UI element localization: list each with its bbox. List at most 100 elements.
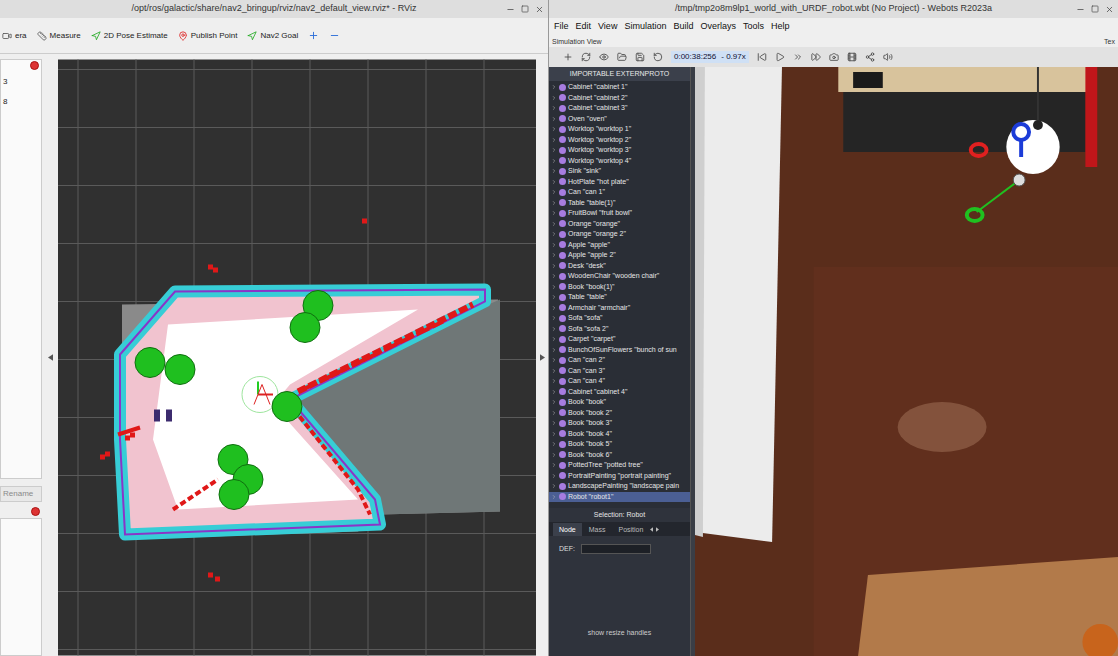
expand-icon[interactable] [551, 168, 557, 174]
tree-item[interactable]: Cabinet "cabinet 1" [549, 82, 690, 93]
maximize-icon[interactable] [521, 5, 529, 13]
tree-item[interactable]: Book "book 4" [549, 429, 690, 440]
tree-item[interactable]: Can "can 2" [549, 355, 690, 366]
tree-item[interactable]: Robot "robot1" [549, 492, 690, 503]
close-panel-icon[interactable] [31, 507, 40, 516]
expand-icon[interactable] [551, 95, 557, 101]
expand-icon[interactable] [551, 368, 557, 374]
zoom-icon[interactable] [329, 30, 340, 41]
expand-icon[interactable] [551, 378, 557, 384]
expand-icon[interactable] [551, 399, 557, 405]
expand-icon[interactable] [551, 84, 557, 90]
minimize-icon[interactable] [506, 5, 515, 14]
menu-item[interactable]: View [598, 20, 617, 34]
expand-icon[interactable] [551, 126, 557, 132]
tree-item[interactable]: Book "book 5" [549, 439, 690, 450]
splitter[interactable] [536, 59, 548, 656]
tree-item[interactable]: WoodenChair "wooden chair" [549, 271, 690, 282]
tool-button[interactable]: Nav2 Goal [247, 30, 298, 42]
open-icon[interactable] [617, 52, 627, 62]
simulation-view[interactable] [695, 67, 1118, 656]
tree-item[interactable]: Book "book 6" [549, 450, 690, 461]
tool-button[interactable]: Measure [37, 30, 81, 42]
tab-scroll-icon[interactable] [650, 527, 659, 532]
tree-item[interactable]: Worktop "worktop 4" [549, 156, 690, 167]
tree-item[interactable]: Book "book(1)" [549, 282, 690, 293]
expand-icon[interactable] [551, 336, 557, 342]
collapse-icon[interactable] [540, 354, 545, 361]
tree-item[interactable]: Apple "apple 2" [549, 250, 690, 261]
expand-icon[interactable] [551, 305, 557, 311]
record-icon[interactable] [847, 52, 857, 62]
expand-icon[interactable] [551, 410, 557, 416]
tree-item[interactable]: Armchair "armchair" [549, 303, 690, 314]
tab[interactable]: Node [553, 523, 582, 536]
scroll-bar[interactable] [691, 67, 695, 656]
expand-icon[interactable] [551, 347, 557, 353]
reload-icon[interactable] [653, 52, 663, 62]
expand-icon[interactable] [551, 315, 557, 321]
tree-item[interactable]: HotPlate "hot plate" [549, 177, 690, 188]
menu-item[interactable]: Tools [743, 20, 764, 34]
tree-item[interactable]: Orange "orange" [549, 219, 690, 230]
expand-icon[interactable] [551, 326, 557, 332]
maximize-icon[interactable] [1091, 5, 1099, 13]
rename-button[interactable]: Rename [0, 486, 42, 502]
expand-icon[interactable] [551, 231, 557, 237]
tree-item[interactable]: Can "can 1" [549, 187, 690, 198]
minimize-icon[interactable] [1076, 5, 1085, 14]
tree-item[interactable]: PortraitPainting "portrait painting" [549, 471, 690, 482]
menu-item[interactable]: File [554, 20, 569, 34]
tree-item[interactable]: Oven "oven" [549, 114, 690, 125]
splitter[interactable] [42, 59, 58, 656]
3d-view[interactable] [695, 67, 1118, 656]
tree-item[interactable]: BunchOfSunFlowers "bunch of sun [549, 345, 690, 356]
interact-icon[interactable] [308, 30, 319, 41]
tree-item[interactable]: Apple "apple" [549, 240, 690, 251]
tree-item[interactable]: Orange "orange 2" [549, 229, 690, 240]
expand-icon[interactable] [551, 242, 557, 248]
expand-icon[interactable] [551, 189, 557, 195]
expand-icon[interactable] [551, 483, 557, 489]
tree-item[interactable]: Worktop "worktop 3" [549, 145, 690, 156]
tool-button[interactable]: 2D Pose Estimate [91, 30, 168, 42]
tree-item[interactable]: Carpet "carpet" [549, 334, 690, 345]
tree-item[interactable]: PottedTree "potted tree" [549, 460, 690, 471]
reset-icon[interactable] [757, 52, 767, 62]
sound-icon[interactable] [883, 52, 893, 62]
expand-icon[interactable] [551, 357, 557, 363]
step-icon[interactable] [793, 52, 803, 62]
expand-icon[interactable] [551, 137, 557, 143]
tab[interactable]: Position [612, 523, 649, 536]
expand-icon[interactable] [551, 441, 557, 447]
map-view[interactable] [58, 59, 536, 656]
screenshot-icon[interactable] [829, 52, 839, 62]
tree-item[interactable]: Worktop "worktop 2" [549, 135, 690, 146]
expand-icon[interactable] [551, 473, 557, 479]
tree-item[interactable]: FruitBowl "fruit bowl" [549, 208, 690, 219]
expand-icon[interactable] [551, 221, 557, 227]
tree-item[interactable]: Cabinet "cabinet 3" [549, 103, 690, 114]
tree-item[interactable]: Book "book" [549, 397, 690, 408]
tree-item[interactable]: Desk "desk" [549, 261, 690, 272]
tree-item[interactable]: Table "table(1)" [549, 198, 690, 209]
tree-item[interactable]: Cabinet "cabinet 4" [549, 387, 690, 398]
close-icon[interactable] [535, 5, 544, 14]
map-canvas[interactable] [58, 59, 536, 656]
expand-icon[interactable] [551, 200, 557, 206]
expand-icon[interactable] [551, 105, 557, 111]
close-panel-icon[interactable] [30, 61, 39, 70]
expand-icon[interactable] [551, 210, 557, 216]
expand-icon[interactable] [551, 294, 557, 300]
tree-item[interactable]: Sink "sink" [549, 166, 690, 177]
close-icon[interactable] [1105, 5, 1114, 14]
expand-icon[interactable] [551, 284, 557, 290]
expand-icon[interactable] [551, 494, 557, 500]
expand-icon[interactable] [551, 420, 557, 426]
share-icon[interactable] [865, 52, 875, 62]
collapse-icon[interactable] [48, 354, 53, 361]
tree-item[interactable]: Cabinet "cabinet 2" [549, 93, 690, 104]
tree-item[interactable]: Table "table" [549, 292, 690, 303]
expand-icon[interactable] [551, 452, 557, 458]
tree-item[interactable]: Can "can 3" [549, 366, 690, 377]
